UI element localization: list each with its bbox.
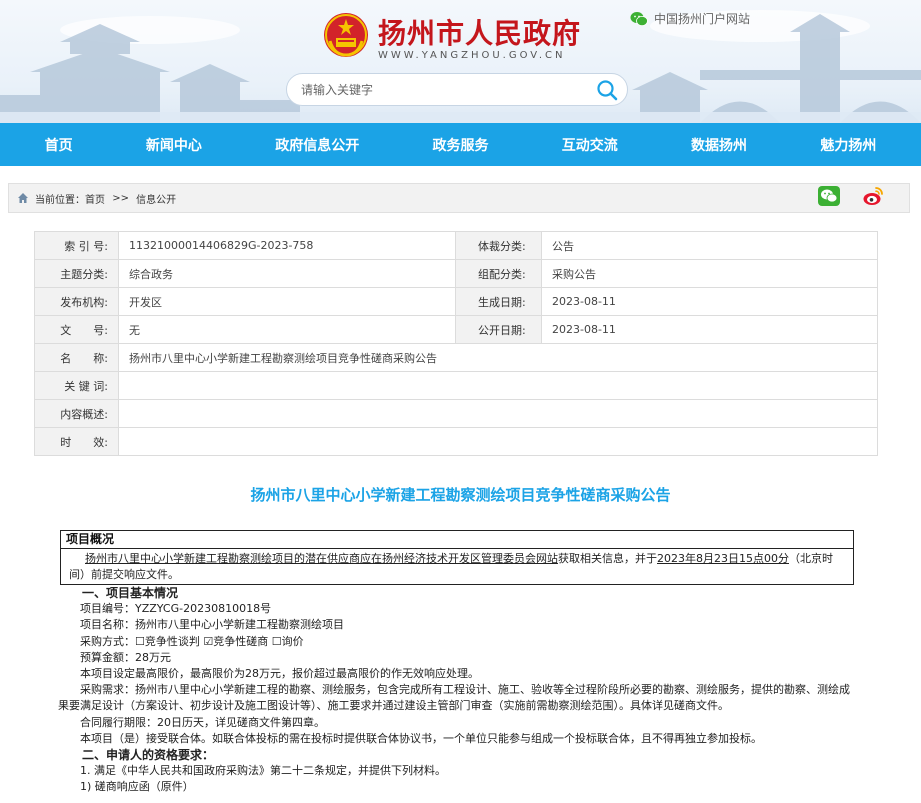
requirement-subitem: 1) 磋商响应函（原件） (80, 780, 194, 794)
index-value: 11321000014406829G-2023-758 (118, 231, 456, 260)
index-label: 索 引 号: (34, 231, 119, 260)
weibo-share-icon[interactable] (862, 185, 884, 207)
created-value: 2023-08-11 (541, 287, 878, 316)
docno-value: 无 (118, 315, 456, 344)
search-input[interactable] (287, 74, 587, 105)
search-button[interactable] (587, 74, 627, 105)
table-row: 索 引 号: 11321000014406829G-2023-758 体裁分类:… (34, 231, 878, 260)
budget-amount: 预算金额：28万元 (80, 650, 171, 664)
summary-value (118, 399, 878, 428)
intro-text-2: 获取相关信息，并于 (558, 552, 657, 565)
article-body: 一、项目基本情况 项目编号：YZZYCG-20230810018号 项目名称：扬… (58, 585, 854, 796)
project-number: 项目编号：YZZYCG-20230810018号 (80, 602, 272, 616)
site-title[interactable]: 扬州市人民政府 (378, 12, 581, 52)
nav-item-home[interactable]: 首页 (35, 135, 83, 155)
portal-link[interactable]: 中国扬州门户网站 (630, 10, 750, 27)
intro-deadline: 2023年8月23日15点00分 (657, 552, 789, 565)
summary-label: 内容概述: (34, 399, 119, 428)
breadcrumb-sep: >> (112, 192, 129, 204)
table-row: 名 称: 扬州市八里中心小学新建工程勘察测绘项目竞争性磋商采购公告 (34, 343, 878, 372)
search-icon (597, 79, 618, 100)
issuer-label: 发布机构: (34, 287, 119, 316)
name-label: 名 称: (34, 343, 119, 372)
section-heading-qualification: 二、申请人的资格要求： (82, 748, 215, 763)
breadcrumb-current[interactable]: 信息公开 (136, 191, 176, 206)
wechat-icon (630, 11, 648, 26)
nav-item-services[interactable]: 政务服务 (422, 135, 498, 155)
contract-period: 合同履行期限：20日历天，详见磋商文件第四章。 (80, 715, 325, 729)
procurement-requirement: 采购需求：扬州市八里中心小学新建工程的勘察、测绘服务，包含完成所有工程设计、施工… (58, 683, 850, 713)
table-row: 关 键 词: (34, 371, 878, 400)
name-value: 扬州市八里中心小学新建工程勘察测绘项目竞争性磋商采购公告 (118, 343, 878, 372)
validity-label: 时 效: (34, 427, 119, 456)
requirement-item: 1. 满足《中华人民共和国政府采购法》第二十二条规定，并提供下列材料。 (80, 764, 446, 778)
main-nav: 首页 新闻中心 政府信息公开 政务服务 互动交流 数据扬州 魅力扬州 (0, 123, 921, 166)
breadcrumb: 当前位置： 首页 >> 信息公开 (8, 183, 910, 213)
genre-label: 体裁分类: (455, 231, 542, 260)
breadcrumb-prefix: 当前位置： (35, 194, 85, 206)
site-header: 扬州市人民政府 WWW.YANGZHOU.GOV.CN 中国扬州门户网站 (0, 0, 921, 123)
org-label: 组配分类: (455, 259, 542, 288)
nav-item-data[interactable]: 数据扬州 (681, 135, 757, 155)
table-row: 时 效: (34, 427, 878, 456)
joint-bid-note: 本项目（是）接受联合体。如联合体投标的需在投标时提供联合体协议书，一个单位只能参… (80, 731, 762, 745)
breadcrumb-home[interactable]: 首页 (85, 191, 105, 206)
home-icon (18, 193, 28, 203)
keywords-value (118, 371, 878, 400)
intro-site-link[interactable]: 扬州经济技术开发区管理委员会网站 (382, 552, 558, 565)
public-value: 2023-08-11 (541, 315, 878, 344)
topic-value: 综合政务 (118, 259, 456, 288)
overview-heading: 项目概况 (60, 530, 854, 549)
table-row: 主题分类: 综合政务 组配分类: 采购公告 (34, 259, 878, 288)
public-label: 公开日期: (455, 315, 542, 344)
docno-label: 文 号: (34, 315, 119, 344)
site-domain: WWW.YANGZHOU.GOV.CN (378, 50, 566, 61)
created-label: 生成日期: (455, 287, 542, 316)
nav-item-gov-info[interactable]: 政府信息公开 (265, 135, 369, 155)
table-row: 文 号: 无 公开日期: 2023-08-11 (34, 315, 878, 344)
issuer-value: 开发区 (118, 287, 456, 316)
price-limit: 本项目设定最高限价，最高限价为28万元，报价超过最高限价的作无效响应处理。 (80, 667, 479, 681)
procurement-method: 采购方式：☐竞争性谈判 ☑竞争性磋商 ☐询价 (80, 634, 304, 648)
table-row: 内容概述: (34, 399, 878, 428)
org-value: 采购公告 (541, 259, 878, 288)
document-metadata-table: 索 引 号: 11321000014406829G-2023-758 体裁分类:… (34, 231, 878, 456)
wechat-share-icon[interactable] (818, 186, 840, 206)
intro-text-1: 扬州市八里中心小学新建工程勘察测绘项目的潜在供应商应在 (85, 552, 382, 565)
topic-label: 主题分类: (34, 259, 119, 288)
validity-value (118, 427, 878, 456)
nav-item-interaction[interactable]: 互动交流 (552, 135, 628, 155)
article-title: 扬州市八里中心小学新建工程勘察测绘项目竞争性磋商采购公告 (250, 486, 671, 504)
table-row: 发布机构: 开发区 生成日期: 2023-08-11 (34, 287, 878, 316)
genre-value: 公告 (541, 231, 878, 260)
search-box (286, 73, 628, 106)
project-name: 项目名称：扬州市八里中心小学新建工程勘察测绘项目 (80, 618, 344, 632)
overview-intro: 扬州市八里中心小学新建工程勘察测绘项目的潜在供应商应在扬州经济技术开发区管理委员… (60, 549, 854, 585)
portal-link-label: 中国扬州门户网站 (654, 12, 751, 26)
section-heading-basic: 一、项目基本情况 (82, 586, 179, 600)
keywords-label: 关 键 词: (34, 371, 119, 400)
nav-item-charm[interactable]: 魅力扬州 (810, 135, 886, 155)
nav-item-news[interactable]: 新闻中心 (136, 135, 212, 155)
national-emblem-icon (324, 13, 368, 57)
